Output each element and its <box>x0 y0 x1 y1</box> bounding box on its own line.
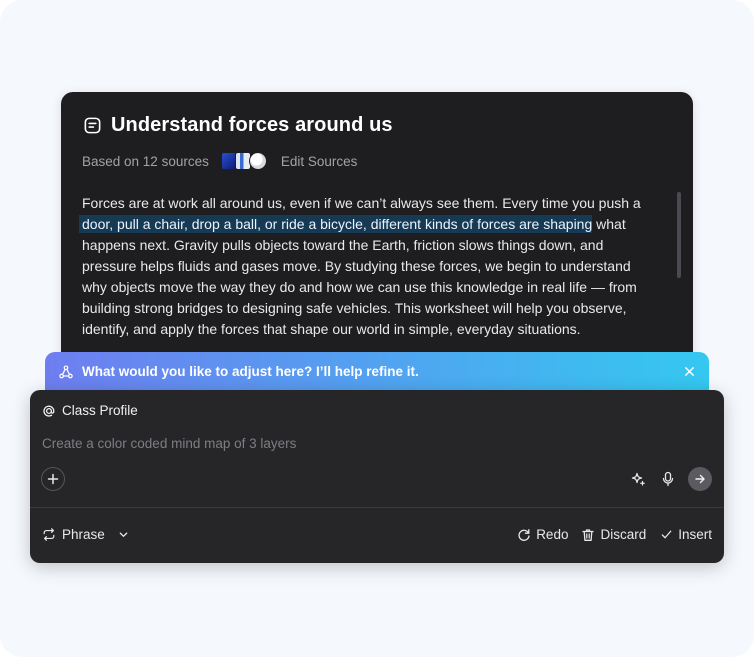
hierarchy-icon <box>59 364 73 379</box>
document-title: Understand forces around us <box>111 114 393 136</box>
document-body[interactable]: Forces are at work all around us, even i… <box>82 193 656 340</box>
send-button[interactable] <box>688 467 712 491</box>
sparkle-icon[interactable] <box>628 467 648 491</box>
document-card: Understand forces around us Based on 12 … <box>61 92 693 382</box>
phrase-dropdown[interactable]: Phrase <box>42 527 131 542</box>
redo-icon <box>517 528 531 542</box>
redo-button[interactable]: Redo <box>517 527 568 542</box>
class-profile-chip[interactable]: Class Profile <box>42 403 138 418</box>
discard-button[interactable]: Discard <box>581 527 646 542</box>
at-sign-icon <box>42 404 56 418</box>
edit-sources-link[interactable]: Edit Sources <box>281 154 358 169</box>
microphone-icon[interactable] <box>658 467 678 491</box>
composer-tools <box>628 467 712 491</box>
arrow-right-icon <box>695 474 705 484</box>
selected-text: door, pull a chair, drop a ball, or ride… <box>82 215 593 233</box>
document-icon <box>82 116 102 136</box>
sources-row: Based on 12 sources Edit Sources <box>82 152 357 170</box>
document-scrollbar[interactable] <box>677 192 681 278</box>
page: Understand forces around us Based on 12 … <box>0 0 754 657</box>
repeat-icon <box>42 528 56 542</box>
sources-count: Based on 12 sources <box>82 153 209 169</box>
source-thumbnail <box>248 152 267 170</box>
insert-button[interactable]: Insert <box>659 527 712 542</box>
body-text: Forces are at work all around us, even i… <box>82 195 641 211</box>
plus-icon <box>47 473 59 485</box>
body-text: what happens next. Gravity pulls objects… <box>82 216 637 337</box>
close-icon[interactable] <box>682 364 696 378</box>
prompt-input[interactable] <box>42 432 702 454</box>
action-buttons: Redo Discard Insert <box>517 527 712 542</box>
redo-label: Redo <box>536 527 569 542</box>
insert-label: Insert <box>678 527 712 542</box>
trash-icon <box>581 528 595 542</box>
refine-prompt-bar: What would you like to adjust here? I’ll… <box>45 352 709 394</box>
composer-panel: Class Profile Create a color coded mind … <box>30 390 724 563</box>
source-thumbnails[interactable] <box>220 152 267 170</box>
composer-divider <box>30 507 724 508</box>
phrase-label: Phrase <box>62 527 105 542</box>
add-button[interactable] <box>41 467 65 491</box>
chevron-down-icon <box>117 528 131 542</box>
check-icon <box>659 528 673 542</box>
discard-label: Discard <box>600 527 647 542</box>
class-profile-label: Class Profile <box>62 403 138 418</box>
refine-prompt-text: What would you like to adjust here? I’ll… <box>82 364 419 379</box>
document-header: Understand forces around us <box>82 114 393 137</box>
